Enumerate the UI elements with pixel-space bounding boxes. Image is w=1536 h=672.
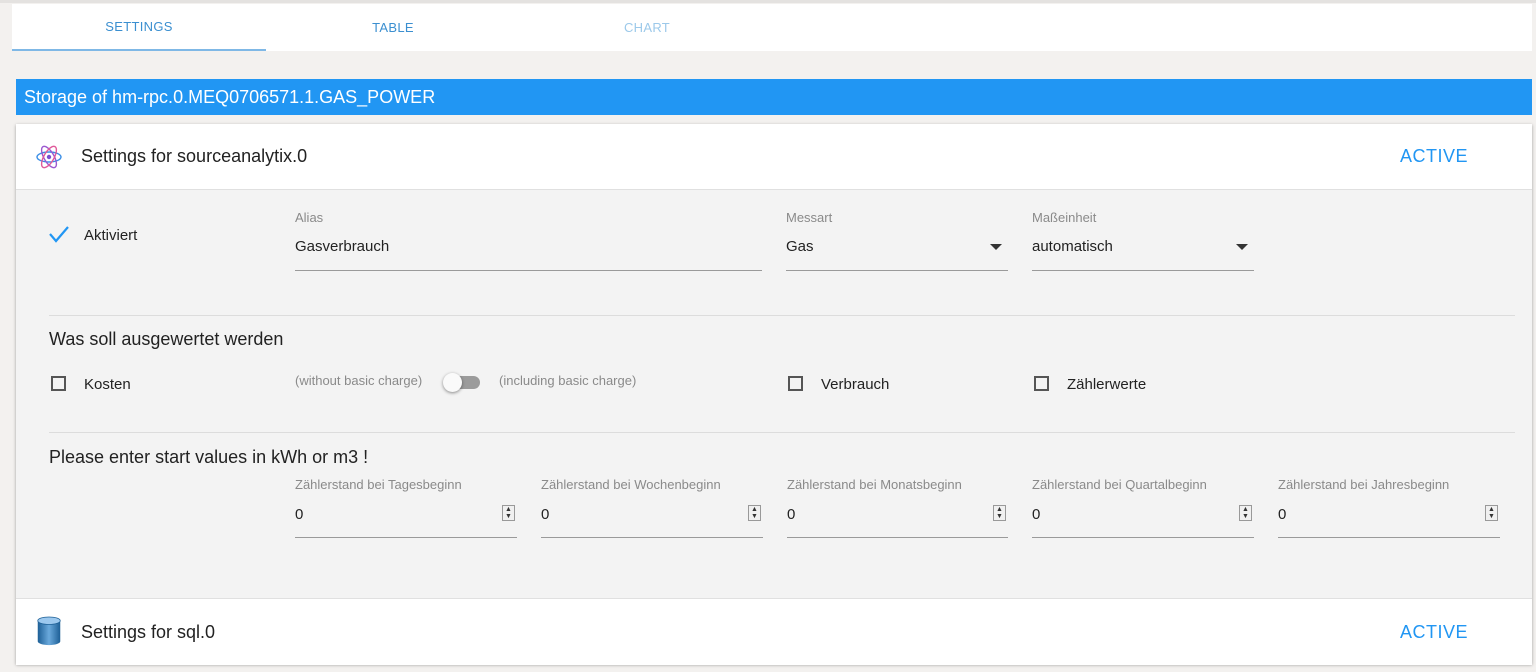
spinner-icon[interactable]: ▲ ▼	[748, 505, 761, 521]
sql-header[interactable]: Settings for sql.0 ACTIVE	[16, 598, 1532, 665]
start-value-label: Zählerstand bei Wochenbeginn	[541, 477, 721, 492]
atom-icon	[36, 145, 62, 169]
aktiviert-label: Aktiviert	[84, 227, 138, 244]
including-basic-charge-label: (including basic charge)	[499, 373, 637, 388]
alias-label: Alias	[295, 210, 324, 225]
kosten-label: Kosten	[84, 376, 131, 393]
storage-banner: Storage of hm-rpc.0.MEQ0706571.1.GAS_POW…	[16, 79, 1532, 115]
input-underline	[1278, 537, 1500, 538]
masseinheit-select[interactable]: automatisch	[1032, 238, 1113, 255]
spinner-icon[interactable]: ▲ ▼	[993, 505, 1006, 521]
input-underline	[295, 537, 517, 538]
alias-input[interactable]: Gasverbrauch	[295, 238, 389, 255]
start-value-input[interactable]: 0	[1278, 506, 1286, 523]
zaehlerwerte-label: Zählerwerte	[1067, 376, 1147, 393]
sourceanalytix-title: Settings for sourceanalytix.0	[81, 146, 308, 166]
check-icon[interactable]	[48, 224, 70, 244]
basic-charge-toggle-thumb[interactable]	[443, 373, 462, 392]
sourceanalytix-status: ACTIVE	[1399, 146, 1468, 166]
messart-dropdown-icon[interactable]	[990, 244, 1002, 250]
messart-underline	[786, 270, 1008, 271]
sql-title: Settings for sql.0	[81, 621, 216, 642]
evaluate-title: Was soll ausgewertet werden	[49, 329, 284, 349]
tab-settings[interactable]: SETTINGS	[12, 4, 266, 51]
start-value-label: Zählerstand bei Tagesbeginn	[295, 477, 462, 492]
masseinheit-dropdown-icon[interactable]	[1236, 244, 1248, 250]
start-value-label: Zählerstand bei Quartalbeginn	[1032, 477, 1207, 492]
without-basic-charge-label: (without basic charge)	[295, 373, 423, 388]
sourceanalytix-header[interactable]: Settings for sourceanalytix.0 ACTIVE	[16, 124, 1532, 190]
spinner-icon[interactable]: ▲ ▼	[502, 505, 515, 521]
start-value-input[interactable]: 0	[541, 506, 549, 523]
kosten-checkbox[interactable]	[51, 376, 66, 391]
verbrauch-checkbox[interactable]	[788, 376, 803, 391]
sql-status: ACTIVE	[1399, 621, 1468, 642]
divider	[49, 432, 1515, 433]
start-value-input[interactable]: 0	[1032, 506, 1040, 523]
storage-title: Storage of hm-rpc.0.MEQ0706571.1.GAS_POW…	[24, 86, 436, 107]
masseinheit-underline	[1032, 270, 1254, 271]
database-icon	[37, 616, 61, 646]
input-underline	[1032, 537, 1254, 538]
start-value-label: Zählerstand bei Jahresbeginn	[1278, 477, 1450, 492]
verbrauch-label: Verbrauch	[821, 376, 890, 393]
tab-bar: SETTINGS TABLE CHART	[12, 4, 1532, 51]
start-values-title: Please enter start values in kWh or m3 !	[49, 447, 369, 467]
start-value-label: Zählerstand bei Monatsbeginn	[787, 477, 962, 492]
messart-label: Messart	[786, 210, 833, 225]
messart-select[interactable]: Gas	[786, 238, 814, 255]
spinner-icon[interactable]: ▲ ▼	[1485, 505, 1498, 521]
settings-panel: Settings for sourceanalytix.0 ACTIVE Akt…	[16, 124, 1532, 665]
start-value-input[interactable]: 0	[787, 506, 795, 523]
start-value-input[interactable]: 0	[295, 506, 303, 523]
input-underline	[787, 537, 1008, 538]
zaehlerwerte-checkbox[interactable]	[1034, 376, 1049, 391]
divider	[49, 315, 1515, 316]
masseinheit-label: Maßeinheit	[1032, 210, 1097, 225]
window-top-strip	[0, 0, 1536, 3]
tab-table[interactable]: TABLE	[266, 4, 520, 51]
spinner-icon[interactable]: ▲ ▼	[1239, 505, 1252, 521]
tab-chart[interactable]: CHART	[520, 4, 774, 51]
input-underline	[541, 537, 763, 538]
alias-underline	[295, 270, 762, 271]
